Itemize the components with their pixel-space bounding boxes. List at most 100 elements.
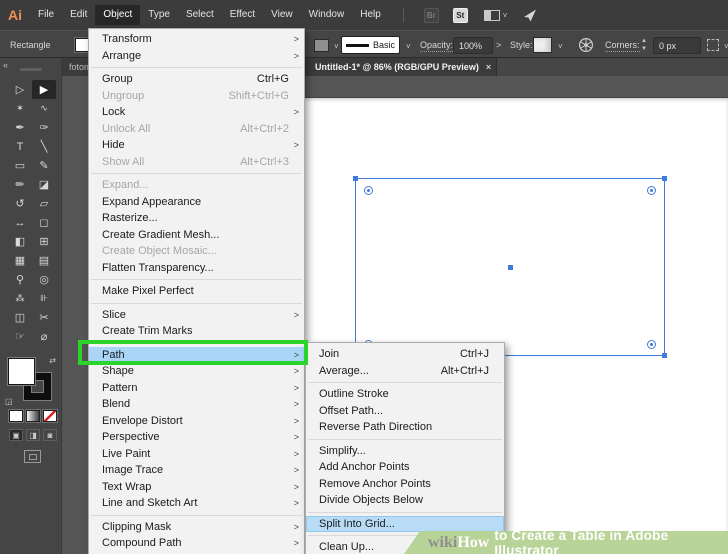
column-graph-tool[interactable]: ⊪ (32, 289, 56, 308)
hand-tool[interactable]: ☞ (8, 327, 32, 346)
recolor-artwork-icon[interactable] (578, 37, 594, 58)
menu-item-line-and-sketch-art[interactable]: Line and Sketch Art> (89, 495, 304, 512)
pen-tool[interactable]: ✒ (8, 118, 32, 137)
submenu-item-average[interactable]: Average...Alt+Ctrl+J (306, 363, 504, 380)
menu-item-create-trim-marks[interactable]: Create Trim Marks (89, 323, 304, 340)
menu-view[interactable]: View (263, 5, 301, 25)
artboard-tool[interactable]: ◫ (8, 308, 32, 327)
menu-item-lock[interactable]: Lock> (89, 104, 304, 121)
lasso-tool[interactable]: ∿ (32, 99, 56, 118)
stock-icon[interactable]: St (453, 8, 468, 23)
fill-indicator[interactable] (8, 358, 35, 385)
bridge-icon[interactable]: Br (424, 8, 439, 23)
chevron-down-icon[interactable]: ˅ (334, 42, 339, 51)
swap-fill-stroke-icon[interactable]: ⇄ (49, 356, 56, 365)
chevron-down-icon[interactable]: ˅ (406, 42, 411, 51)
corners-value-field[interactable]: 0 px (653, 37, 701, 54)
chevron-down-icon[interactable]: ˅ (558, 42, 563, 51)
step-up-icon[interactable]: ▲ (641, 37, 647, 45)
menu-select[interactable]: Select (178, 5, 222, 25)
mesh-tool[interactable]: ▦ (8, 251, 32, 270)
menu-file[interactable]: File (30, 5, 62, 25)
bounding-box-options-icon[interactable] (707, 39, 719, 51)
corners-stepper[interactable]: ▲ ▼ (641, 37, 647, 53)
menu-window[interactable]: Window (301, 5, 353, 25)
paintbrush-tool[interactable]: ✎ (32, 156, 56, 175)
color-button[interactable] (9, 410, 23, 422)
submenu-item-remove-anchor-points[interactable]: Remove Anchor Points (306, 476, 504, 493)
menu-edit[interactable]: Edit (62, 5, 95, 25)
graphic-style-swatch[interactable] (533, 37, 552, 53)
menu-item-live-paint[interactable]: Live Paint> (89, 446, 304, 463)
menu-object[interactable]: Object (95, 5, 140, 25)
menu-item-hide[interactable]: Hide> (89, 137, 304, 154)
menu-item-group[interactable]: GroupCtrl+G (89, 71, 304, 88)
menu-item-image-trace[interactable]: Image Trace> (89, 462, 304, 479)
magic-wand-tool[interactable]: ✶ (8, 99, 32, 118)
corner-widget[interactable] (647, 186, 656, 195)
rotate-tool[interactable]: ↺ (8, 194, 32, 213)
submenu-item-outline-stroke[interactable]: Outline Stroke (306, 386, 504, 403)
anchor-point[interactable] (353, 176, 358, 181)
menu-item-blend[interactable]: Blend> (89, 396, 304, 413)
step-down-icon[interactable]: ▼ (641, 45, 647, 53)
corners-label[interactable]: Corners: (605, 40, 640, 52)
collapse-panel-icon[interactable]: « (3, 60, 8, 70)
opacity-expand-icon[interactable]: > (496, 40, 501, 50)
submenu-item-join[interactable]: JoinCtrl+J (306, 346, 504, 363)
menu-item-text-wrap[interactable]: Text Wrap> (89, 479, 304, 496)
active-document-tab[interactable]: Untitled-1* @ 86% (RGB/GPU Preview) × (305, 58, 497, 76)
stroke-color-swatch[interactable] (314, 39, 329, 52)
curvature-tool[interactable]: ✑ (32, 118, 56, 137)
menu-item-perspective[interactable]: Perspective> (89, 429, 304, 446)
submenu-item-simplify[interactable]: Simplify... (306, 443, 504, 460)
draw-normal-button[interactable]: ▣ (9, 429, 23, 441)
close-tab-icon[interactable]: × (479, 58, 498, 76)
draw-behind-button[interactable]: ◨ (26, 429, 40, 441)
menu-item-expand-appearance[interactable]: Expand Appearance (89, 194, 304, 211)
menu-item-flatten-transparency[interactable]: Flatten Transparency... (89, 260, 304, 277)
stroke-style-select[interactable]: Basic (341, 36, 400, 54)
symbol-sprayer-tool[interactable]: ⁂ (8, 289, 32, 308)
menu-type[interactable]: Type (140, 5, 178, 25)
default-fill-stroke-icon[interactable]: ◲ (5, 397, 13, 406)
type-tool[interactable]: T (8, 137, 32, 156)
menu-item-arrange[interactable]: Arrange> (89, 48, 304, 65)
menu-item-rasterize[interactable]: Rasterize... (89, 210, 304, 227)
corner-widget[interactable] (364, 186, 373, 195)
perspective-grid-tool[interactable]: ⊞ (32, 232, 56, 251)
slice-tool[interactable]: ✂ (32, 308, 56, 327)
chevron-down-icon[interactable]: ˅ (503, 11, 508, 20)
menu-item-pattern[interactable]: Pattern> (89, 380, 304, 397)
menu-item-shape[interactable]: Shape> (89, 363, 304, 380)
none-button[interactable] (43, 410, 57, 422)
menu-help[interactable]: Help (352, 5, 389, 25)
opacity-value-field[interactable]: 100% (453, 37, 493, 54)
draw-inside-button[interactable]: ◙ (43, 429, 57, 441)
menu-item-make-pixel-perfect[interactable]: Make Pixel Perfect (89, 283, 304, 300)
selection-tool[interactable]: ▶ (32, 80, 56, 99)
eyedropper-tool[interactable]: ⚲ (8, 270, 32, 289)
menu-effect[interactable]: Effect (222, 5, 263, 25)
submenu-item-offset-path[interactable]: Offset Path... (306, 403, 504, 420)
rectangle-tool[interactable]: ▭ (8, 156, 32, 175)
panel-grip-handle[interactable] (20, 68, 42, 71)
submenu-item-divide-objects-below[interactable]: Divide Objects Below (306, 492, 504, 509)
shape-builder-tool[interactable]: ◧ (8, 232, 32, 251)
submenu-item-reverse-path-direction[interactable]: Reverse Path Direction (306, 419, 504, 436)
menu-item-compound-path[interactable]: Compound Path> (89, 535, 304, 552)
eraser-tool[interactable]: ◪ (32, 175, 56, 194)
menu-item-envelope-distort[interactable]: Envelope Distort> (89, 413, 304, 430)
scale-tool[interactable]: ▱ (32, 194, 56, 213)
submenu-item-split-into-grid[interactable]: Split Into Grid... (306, 516, 504, 533)
menu-item-create-gradient-mesh[interactable]: Create Gradient Mesh... (89, 227, 304, 244)
share-rocket-icon[interactable] (523, 8, 538, 23)
free-transform-tool[interactable]: ◻ (32, 213, 56, 232)
direct-selection-tool[interactable]: ▷ (8, 80, 32, 99)
menu-item-transform[interactable]: Transform> (89, 31, 304, 48)
corner-widget[interactable] (647, 340, 656, 349)
screen-mode-button[interactable] (24, 450, 41, 463)
anchor-point[interactable] (662, 176, 667, 181)
gradient-button[interactable] (26, 410, 40, 422)
shaper-tool[interactable]: ✏ (8, 175, 32, 194)
